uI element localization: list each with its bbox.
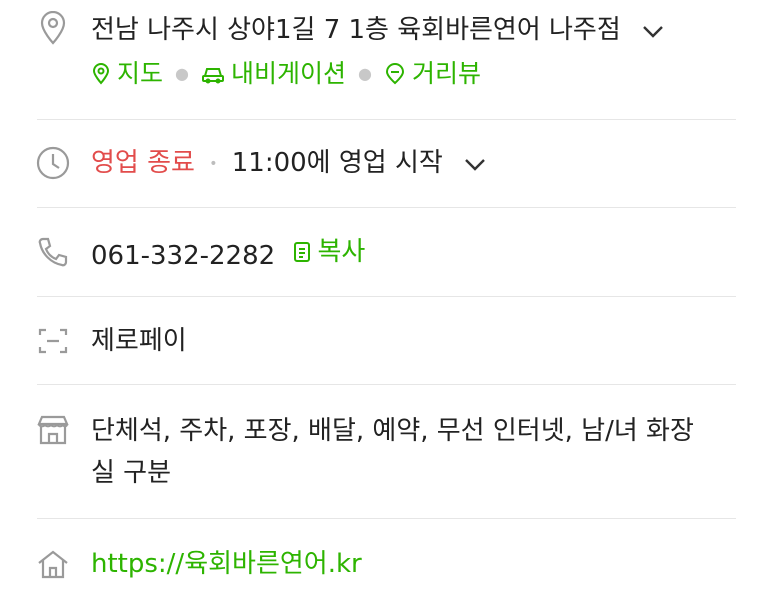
phone-number[interactable]: 061-332-2282 bbox=[91, 241, 275, 271]
divider bbox=[37, 296, 736, 297]
map-link[interactable]: 지도 bbox=[91, 56, 163, 92]
street-view-link[interactable]: 거리뷰 bbox=[384, 56, 481, 92]
separator-dot: ● bbox=[175, 64, 189, 83]
amenities-line-2: 실 구분 bbox=[91, 458, 172, 488]
clock-icon bbox=[35, 145, 71, 181]
separator-dot: • bbox=[209, 155, 218, 172]
divider bbox=[37, 518, 736, 519]
address-links: 지도 ● 내비게이션 ● 거리뷰 bbox=[91, 56, 481, 92]
home-icon bbox=[35, 546, 71, 582]
navigation-link-label: 내비게이션 bbox=[230, 59, 346, 88]
hours-status: 영업 종료 bbox=[91, 148, 195, 178]
separator-dot: ● bbox=[358, 64, 372, 83]
map-pin-icon bbox=[91, 63, 111, 85]
copy-icon bbox=[293, 240, 313, 264]
car-icon bbox=[201, 64, 225, 84]
divider bbox=[37, 207, 736, 208]
payment-text: 제로페이 bbox=[91, 326, 187, 356]
phone-row: 061-332-2282 복사 bbox=[91, 234, 365, 274]
amenities-line-1: 단체석, 주차, 포장, 배달, 예약, 무선 인터넷, 남/녀 화장 bbox=[91, 416, 694, 446]
hours-next: 11:00에 영업 시작 bbox=[231, 148, 443, 178]
address-value: 전남 나주시 상야1길 7 1층 육회바른연어 나주점 bbox=[91, 15, 621, 45]
scan-icon bbox=[35, 323, 71, 359]
copy-button[interactable]: 복사 bbox=[293, 234, 365, 270]
navigation-link[interactable]: 내비게이션 bbox=[201, 56, 346, 92]
map-link-label: 지도 bbox=[117, 59, 164, 88]
hours-text[interactable]: 영업 종료 • 11:00에 영업 시작 bbox=[91, 145, 487, 182]
divider bbox=[37, 119, 736, 120]
street-view-icon bbox=[384, 63, 406, 85]
store-icon bbox=[35, 412, 71, 448]
chevron-down-icon[interactable] bbox=[463, 146, 487, 182]
copy-label: 복사 bbox=[317, 237, 366, 267]
phone-icon bbox=[35, 234, 71, 270]
address-text[interactable]: 전남 나주시 상야1길 7 1층 육회바른연어 나주점 bbox=[91, 12, 665, 49]
location-pin-icon bbox=[35, 10, 71, 46]
website-link[interactable]: https://육회바른연어.kr bbox=[91, 546, 362, 582]
street-view-link-label: 거리뷰 bbox=[411, 59, 481, 88]
divider bbox=[37, 384, 736, 385]
chevron-down-icon[interactable] bbox=[641, 13, 665, 49]
